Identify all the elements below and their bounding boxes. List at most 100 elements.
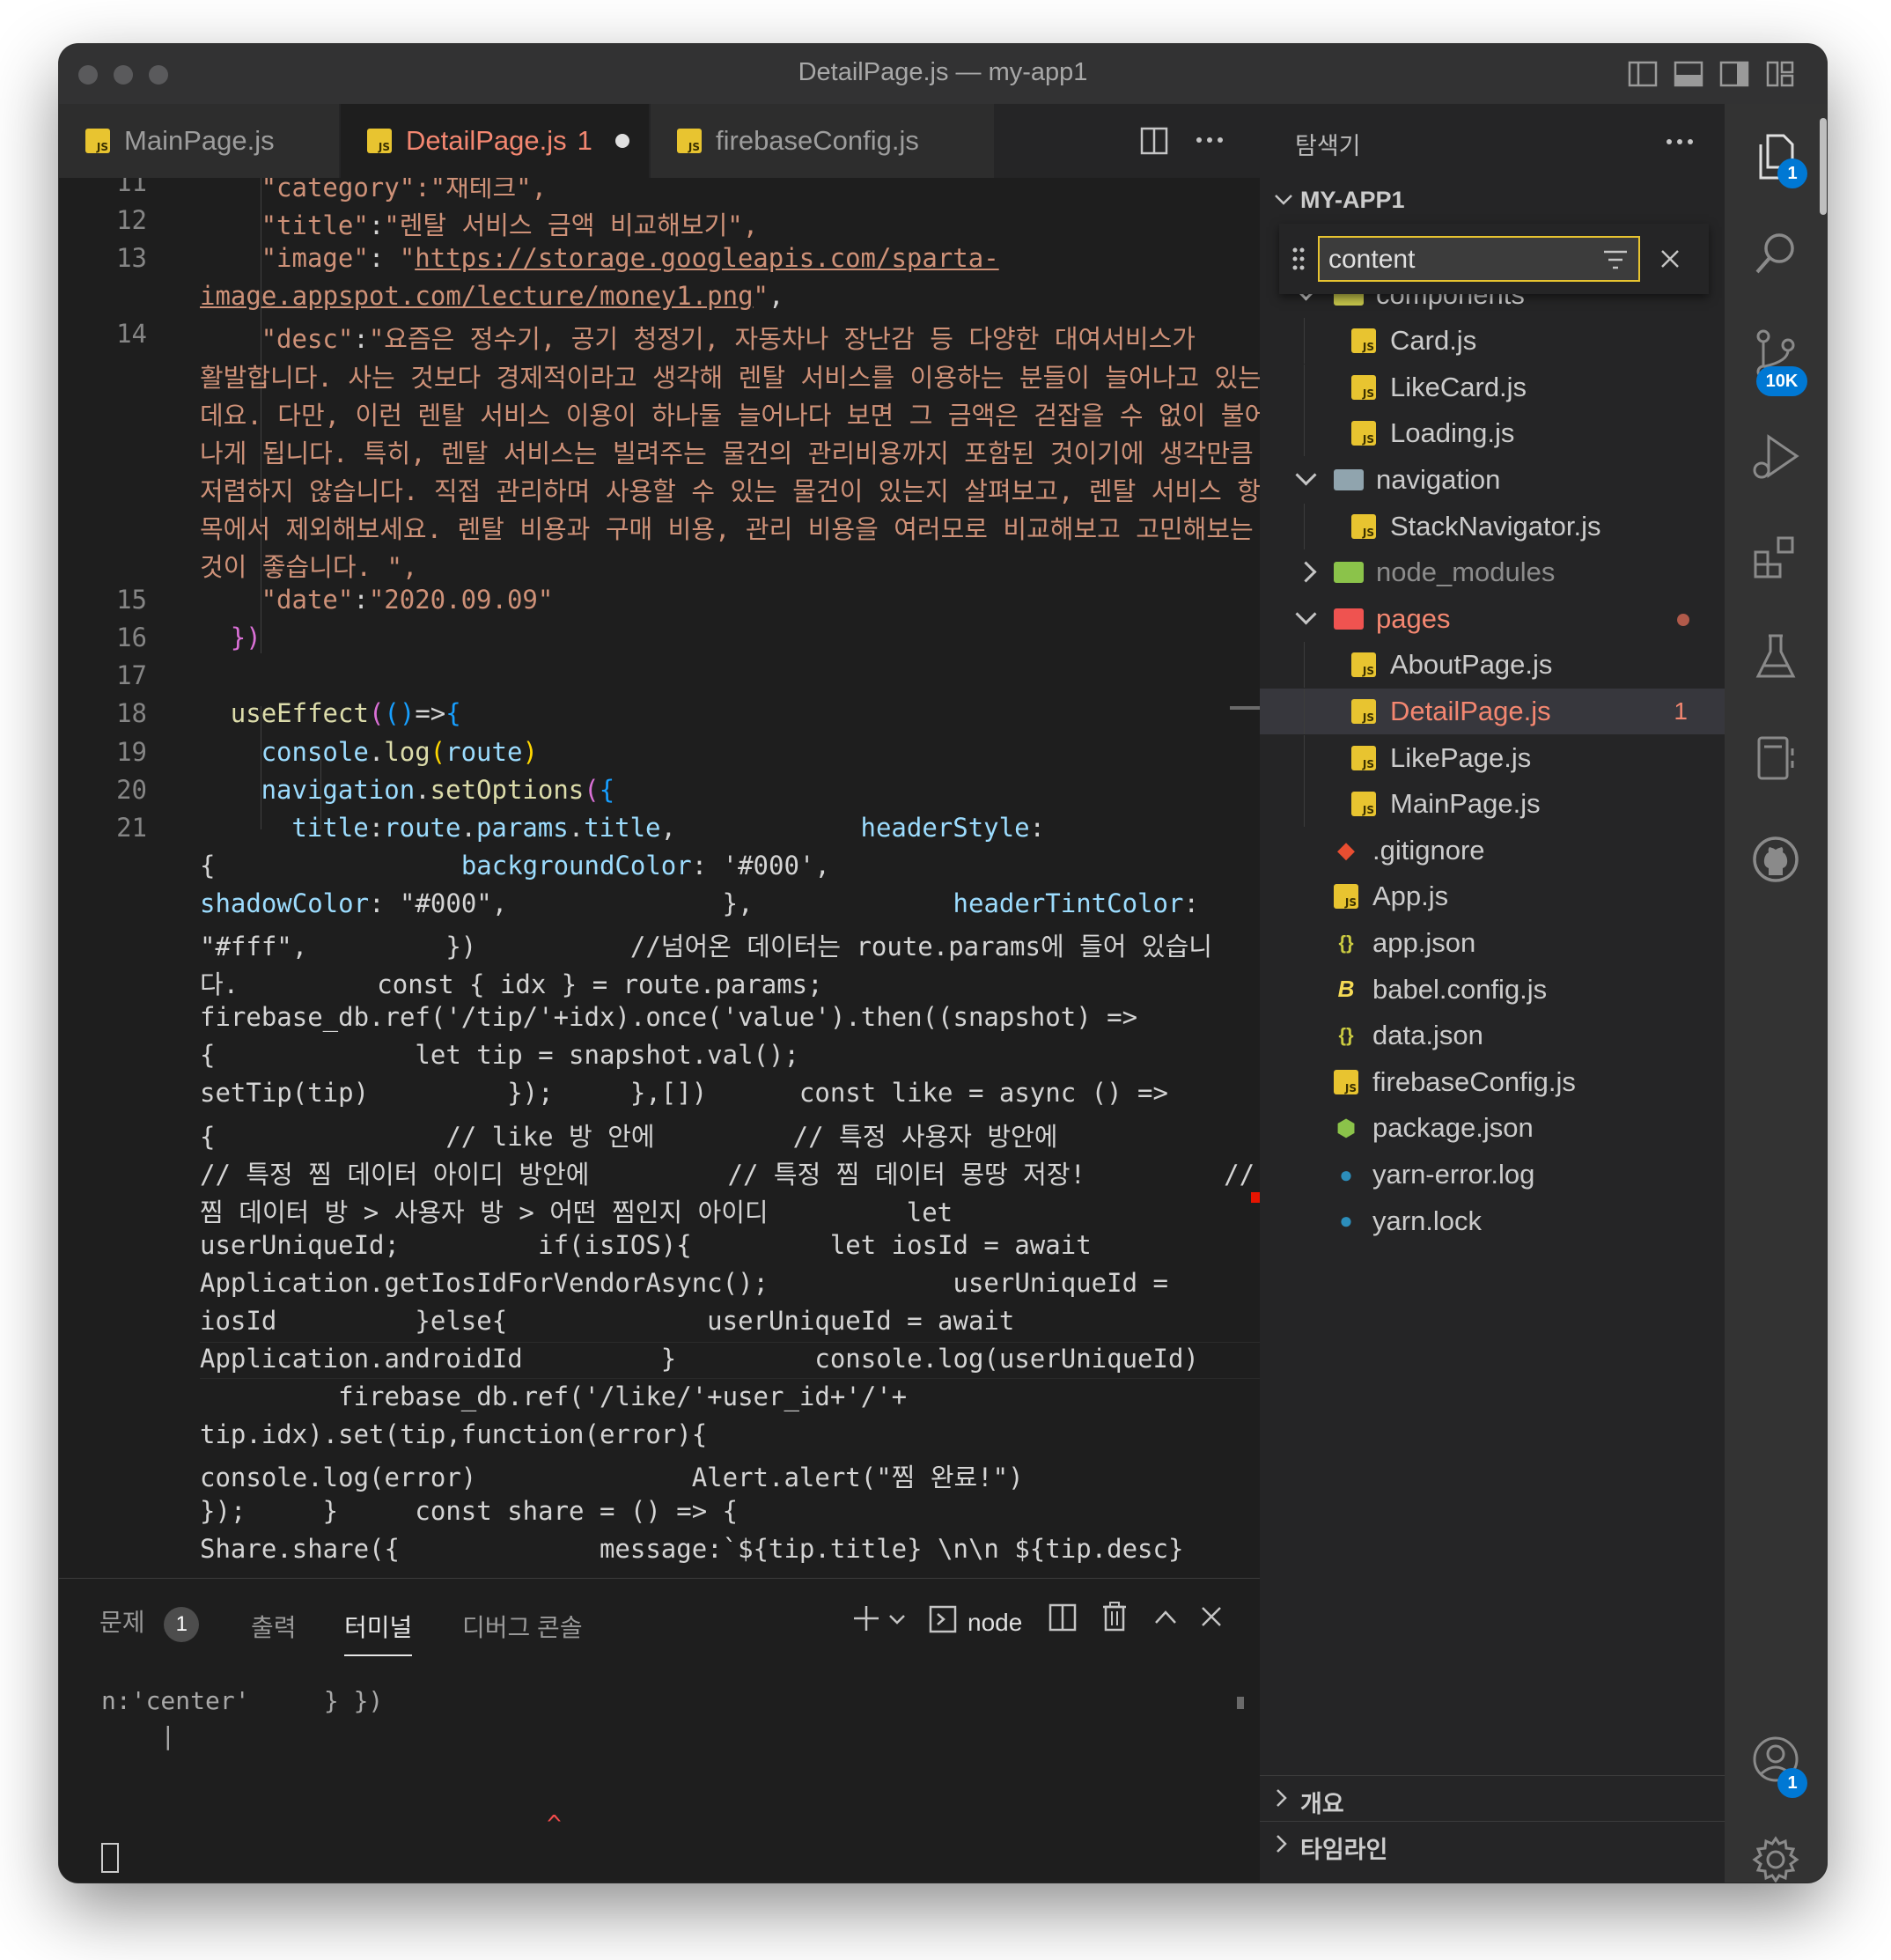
tree-item-loading-js[interactable]: Loading.js: [1260, 410, 1725, 457]
filter-input[interactable]: content: [1318, 236, 1640, 282]
new-terminal-icon[interactable]: [851, 1603, 881, 1633]
tree-item-node-modules[interactable]: node_modules: [1260, 549, 1725, 595]
code-line: }); } const share = () => {: [200, 1495, 739, 1526]
customize-layout-icon[interactable]: [1765, 60, 1795, 88]
tree-item-label: app.json: [1372, 927, 1476, 958]
filter-icon[interactable]: [1603, 250, 1628, 269]
code-line: 다. const { idx } = route.params;: [200, 969, 823, 1000]
chevron-down-icon[interactable]: [888, 1614, 906, 1625]
activity-scrollbar[interactable]: [1820, 118, 1827, 215]
tree-item-firebaseconfig-js[interactable]: firebaseConfig.js: [1260, 1059, 1725, 1105]
tree-indent-guide: [1304, 642, 1305, 689]
tree-item-label: LikeCard.js: [1390, 371, 1527, 402]
tree-item-package-json[interactable]: ⬢ package.json: [1260, 1105, 1725, 1151]
json-icon: {}: [1338, 932, 1354, 954]
explorer-badge: 1: [1777, 158, 1807, 188]
drag-handle-icon[interactable]: [1291, 247, 1306, 271]
nodejs-icon: ⬢: [1335, 1114, 1357, 1141]
activity-search[interactable]: [1725, 210, 1827, 298]
problem-count: 1: [1674, 697, 1688, 725]
terminal-scrollbar[interactable]: [1237, 1697, 1244, 1709]
minimap-slider[interactable]: [1230, 706, 1260, 710]
code-line: 나게 됩니다. 특히, 렌탈 서비스는 빌려주는 물건의 관리비용까지 포함된 …: [200, 438, 1254, 468]
tab-debug-console[interactable]: 디버그 콘솔: [462, 1609, 583, 1644]
close-panel-icon[interactable]: [1200, 1605, 1223, 1628]
remote-explorer-icon: [1757, 736, 1794, 780]
code-editor[interactable]: 11 "category":"재테크", 12 "title":"렌탈 서비스 금액 …: [59, 178, 1260, 1578]
tree-item-card-js[interactable]: Card.js: [1260, 318, 1725, 365]
line-number: 20: [116, 774, 147, 805]
code-line: 것이 좋습니다. ",: [200, 552, 418, 582]
activity-run-debug[interactable]: [1725, 412, 1827, 500]
tree-item-pages[interactable]: pages: [1260, 596, 1725, 642]
flask-icon: [1755, 634, 1796, 678]
toggle-primary-sidebar-icon[interactable]: [1628, 60, 1658, 88]
code-line: setTip(tip) }); },[]) const like = async…: [200, 1078, 1168, 1109]
activity-explorer[interactable]: 1: [1725, 113, 1827, 201]
tree-item-mainpage-js[interactable]: MainPage.js: [1260, 781, 1725, 828]
activity-github[interactable]: [1725, 815, 1827, 903]
tree-item-detailpage-js[interactable]: DetailPage.js 1: [1260, 689, 1725, 734]
tree-item-navigation[interactable]: navigation: [1260, 457, 1725, 503]
activity-accounts[interactable]: 1: [1725, 1715, 1827, 1803]
code-line: console.log(error) Alert.alert("찜 완료!"): [200, 1463, 1024, 1493]
tree-item-likepage-js[interactable]: LikePage.js: [1260, 734, 1725, 781]
tree-item-gitignore[interactable]: ◆ .gitignore: [1260, 828, 1725, 873]
terminal-name[interactable]: node: [968, 1609, 1022, 1637]
babel-icon: B: [1337, 976, 1355, 1003]
tab-output[interactable]: 출력: [251, 1609, 297, 1644]
line-number: 17: [116, 660, 147, 691]
tree-item-likecard-js[interactable]: LikeCard.js: [1260, 364, 1725, 410]
javascript-file-icon: [1351, 792, 1376, 817]
tab-firebaseconfig[interactable]: firebaseConfig.js: [651, 104, 994, 178]
tree-item-label: navigation: [1376, 464, 1501, 495]
more-actions-icon[interactable]: [1195, 136, 1225, 144]
folder-icon: [1334, 562, 1364, 584]
javascript-file-icon: [1334, 884, 1358, 910]
tree-item-babel-config-js[interactable]: Bbabel.config.js: [1260, 967, 1725, 1013]
toggle-panel-icon[interactable]: [1674, 60, 1703, 88]
tab-terminal[interactable]: 터미널: [344, 1609, 413, 1656]
tree-item-app-js[interactable]: App.js: [1260, 873, 1725, 919]
code-line: "image": "https://storage.googleapis.com…: [261, 243, 999, 274]
javascript-file-icon: [1351, 652, 1376, 678]
tree-item-aboutpage-js[interactable]: AboutPage.js: [1260, 642, 1725, 689]
chevron-right-icon: [1277, 1789, 1287, 1807]
activity-source-control[interactable]: 10K: [1725, 310, 1827, 398]
code-line: firebase_db.ref('/tip/'+idx).once('value…: [200, 1002, 1138, 1033]
activity-manage[interactable]: [1725, 1816, 1827, 1883]
tree-item-label: package.json: [1372, 1112, 1534, 1144]
terminal-icon: [929, 1605, 957, 1633]
tab-problems[interactable]: 문제 1: [99, 1603, 200, 1642]
terminal-output-line: n:'center' } }): [101, 1686, 384, 1715]
code-line: 데요. 다만, 이런 렌탈 서비스 이용이 하나둘 늘어나다 보면 그 금액은 …: [200, 400, 1260, 431]
activity-testing[interactable]: [1725, 613, 1827, 701]
tree-item-yarn-error-log[interactable]: ● yarn-error.log: [1260, 1152, 1725, 1197]
tree-item-app-json[interactable]: {} app.json: [1260, 920, 1725, 966]
close-icon[interactable]: [1659, 248, 1681, 269]
maximize-panel-icon[interactable]: [1154, 1609, 1177, 1625]
javascript-file-icon: [1351, 374, 1376, 400]
tree-item-data-json[interactable]: {} data.json: [1260, 1013, 1725, 1058]
javascript-file-icon: [1351, 699, 1376, 724]
javascript-file-icon: [677, 129, 702, 153]
workspace-root[interactable]: MY-APP1: [1260, 178, 1725, 224]
split-editor-icon[interactable]: [1140, 127, 1168, 155]
code-line: Application.getIosIdForVendorAsync(); us…: [200, 1267, 1168, 1298]
activity-extensions[interactable]: [1725, 512, 1827, 601]
activity-remote-explorer[interactable]: [1725, 713, 1827, 801]
more-actions-icon[interactable]: [1665, 137, 1695, 146]
tree-item-stacknavigator-js[interactable]: StackNavigator.js: [1260, 503, 1725, 549]
unsaved-dot-icon[interactable]: [614, 134, 629, 148]
split-terminal-icon[interactable]: [1049, 1603, 1077, 1632]
tab-mainpage[interactable]: MainPage.js: [59, 104, 339, 178]
code-line: title:route.params.title, headerStyle:: [291, 812, 1046, 843]
trash-icon[interactable]: [1101, 1602, 1128, 1632]
section-outline[interactable]: 개요: [1260, 1775, 1725, 1822]
section-timeline[interactable]: 타임라인: [1260, 1821, 1725, 1868]
toggle-secondary-sidebar-icon[interactable]: [1719, 60, 1749, 88]
bottom-panel: 문제 1 출력 터미널 디버그 콘솔 node n:'center' } }) …: [59, 1578, 1260, 1883]
tree-item-yarn-lock[interactable]: ● yarn.lock: [1260, 1198, 1725, 1244]
tab-detailpage[interactable]: DetailPage.js 1: [341, 104, 649, 178]
tree-item-label: data.json: [1372, 1020, 1483, 1051]
